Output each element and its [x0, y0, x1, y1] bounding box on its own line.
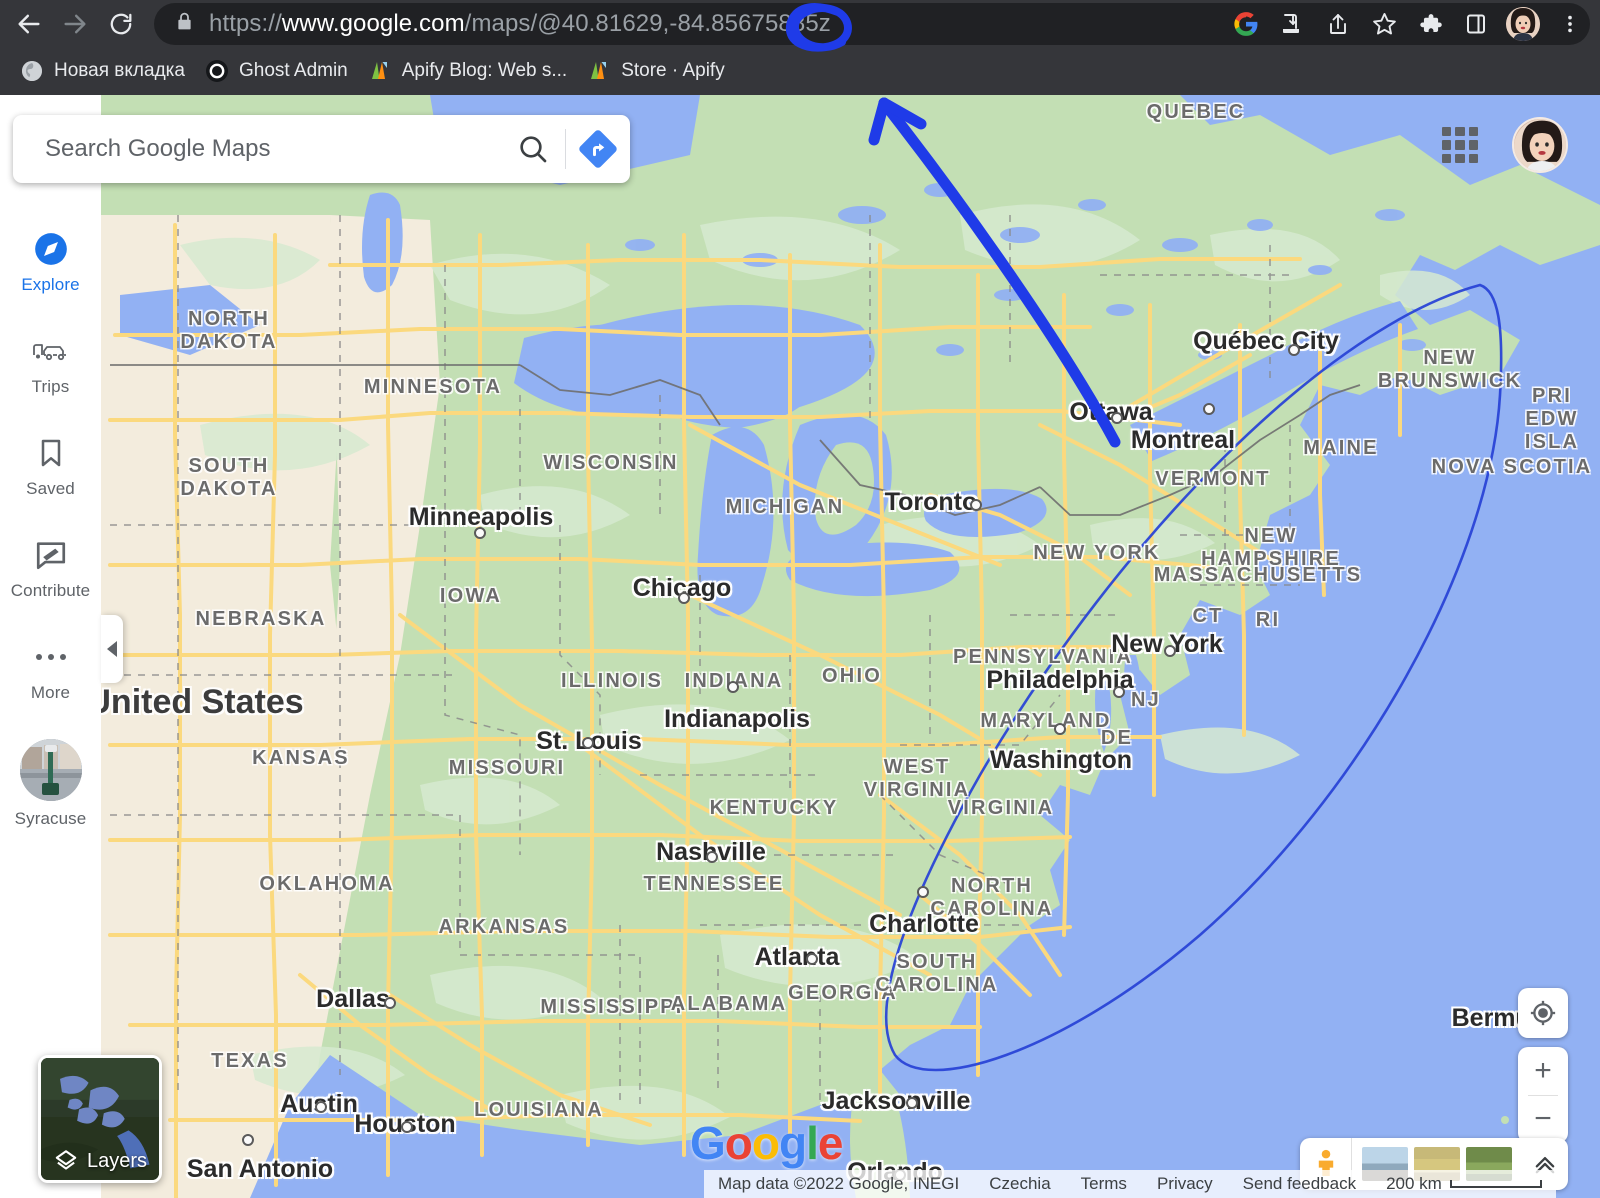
bookmark-label: Ghost Admin — [238, 60, 348, 81]
sidebar-label-saved: Saved — [26, 479, 75, 498]
sidebar-label-trips: Trips — [31, 377, 70, 396]
more-dots-icon — [31, 637, 71, 677]
zoom-controls: + − — [1518, 1047, 1568, 1143]
map-city-marker[interactable] — [970, 499, 982, 511]
toolbar-icon-group — [1224, 0, 1600, 47]
search-input[interactable] — [13, 135, 501, 163]
extensions-puzzle-icon[interactable] — [1408, 2, 1452, 46]
sidebar-item-contribute[interactable]: Contribute — [0, 535, 101, 601]
browser-chrome: https://www.google.com/maps/@40.81629,-8… — [0, 0, 1600, 95]
map-city-marker[interactable] — [727, 681, 739, 693]
url-scheme: https:// — [209, 9, 282, 37]
map-scale: 200 km — [1386, 1174, 1542, 1194]
footer-link-terms[interactable]: Terms — [1081, 1174, 1127, 1194]
google-lens-icon[interactable] — [1224, 2, 1268, 46]
sidebar-label-more: More — [30, 683, 71, 702]
map-city-marker[interactable] — [917, 886, 929, 898]
chevron-left-icon — [107, 641, 117, 657]
sidebar-label-place: Syracuse — [14, 809, 87, 828]
sidebar-item-saved[interactable]: Saved — [0, 433, 101, 499]
map-scale-bar — [1449, 1180, 1542, 1188]
compass-icon — [31, 229, 71, 269]
map-data-attribution: Map data ©2022 Google, INEGI — [718, 1174, 960, 1193]
map-city-marker[interactable] — [706, 851, 718, 863]
sidebar-item-explore[interactable]: Explore — [0, 229, 101, 295]
contribute-icon — [31, 535, 71, 575]
map-city-marker[interactable] — [1203, 403, 1215, 415]
bookmark-label: Store · Apify — [621, 60, 725, 81]
search-icon[interactable] — [501, 115, 565, 183]
bookmark-item[interactable]: Новая вкладка — [10, 53, 195, 89]
trips-car-icon — [31, 331, 71, 371]
footer-link-privacy[interactable]: Privacy — [1157, 1174, 1213, 1194]
bookmark-label: Новая вкладка — [54, 60, 185, 81]
ghost-ring-icon — [205, 60, 228, 82]
sidebar-item-more[interactable]: More — [0, 637, 101, 703]
forward-button[interactable] — [52, 1, 98, 47]
maps-sidebar: Explore Trips Saved Contribute More Syra… — [0, 95, 101, 1198]
browser-toolbar: https://www.google.com/maps/@40.81629,-8… — [0, 0, 1600, 47]
map-city-marker[interactable] — [1111, 412, 1123, 424]
account-avatar[interactable] — [1512, 117, 1568, 173]
map-city-marker[interactable] — [806, 953, 818, 965]
footer-link-country[interactable]: Czechia — [989, 1174, 1050, 1194]
search-box[interactable] — [13, 115, 630, 183]
sidebar-item-trips[interactable]: Trips — [0, 331, 101, 397]
bookmarks-bar: Новая вкладка Ghost Admin Apify Blog: We… — [0, 47, 1600, 95]
side-panel-icon[interactable] — [1454, 2, 1498, 46]
map-city-marker[interactable] — [1054, 723, 1066, 735]
reload-button[interactable] — [98, 1, 144, 47]
map-city-marker[interactable] — [315, 1101, 327, 1113]
map-city-marker[interactable] — [242, 1134, 254, 1146]
chrome-menu-icon[interactable] — [1548, 2, 1592, 46]
layers-label: Layers — [87, 1149, 148, 1172]
apify-icon — [371, 62, 387, 79]
map-city-marker[interactable] — [1288, 344, 1300, 356]
layers-label-row: Layers — [41, 1148, 159, 1174]
sidebar-item-place[interactable]: Syracuse — [0, 739, 101, 829]
back-button[interactable] — [6, 1, 52, 47]
globe-icon — [22, 61, 42, 81]
map-city-marker[interactable] — [401, 1121, 413, 1133]
map-scale-label: 200 km — [1386, 1174, 1442, 1193]
map-city-marker[interactable] — [384, 997, 396, 1009]
install-app-icon[interactable] — [1270, 2, 1314, 46]
map-attribution-bar: Map data ©2022 Google, INEGI Czechia Ter… — [704, 1170, 1556, 1198]
url-path: /maps/@40.81629,-84.8567588 — [464, 9, 806, 37]
footer-link-feedback[interactable]: Send feedback — [1243, 1174, 1356, 1194]
share-icon[interactable] — [1316, 2, 1360, 46]
locate-me-button[interactable] — [1518, 988, 1568, 1038]
bookmark-item[interactable]: Ghost Admin — [195, 53, 358, 89]
url-host: www.google.com — [281, 9, 465, 37]
browser-window: https://www.google.com/maps/@40.81629,-8… — [0, 0, 1600, 1198]
address-bar-url: https://www.google.com/maps/@40.81629,-8… — [209, 10, 831, 38]
collapse-panel-button[interactable] — [101, 615, 123, 683]
place-thumbnail — [19, 739, 82, 801]
map-city-marker[interactable] — [906, 1097, 918, 1109]
zoom-in-button[interactable]: + — [1518, 1047, 1568, 1095]
layers-icon — [55, 1150, 77, 1170]
map-city-marker[interactable] — [582, 737, 594, 749]
map-city-marker[interactable] — [1113, 686, 1125, 698]
bookmark-icon — [31, 433, 71, 473]
bookmark-item[interactable]: Apify Blog: Web s... — [358, 53, 577, 89]
map-city-marker[interactable] — [474, 527, 486, 539]
directions-diamond-icon[interactable] — [566, 115, 630, 183]
google-apps-grid-icon[interactable] — [1438, 123, 1482, 167]
layers-button[interactable]: Layers — [38, 1055, 162, 1183]
bookmark-star-icon[interactable] — [1362, 2, 1406, 46]
sidebar-label-contribute: Contribute — [10, 581, 91, 600]
bookmark-label: Apify Blog: Web s... — [401, 60, 568, 81]
map-city-marker[interactable] — [678, 592, 690, 604]
sidebar-label-explore: Explore — [21, 275, 80, 294]
bookmark-item[interactable]: Store · Apify — [577, 53, 735, 89]
map-city-marker[interactable] — [1164, 645, 1176, 657]
zoom-out-button[interactable]: − — [1518, 1096, 1568, 1144]
apify-icon — [591, 62, 607, 79]
profile-avatar[interactable] — [1506, 6, 1540, 41]
map-tiles — [0, 95, 1600, 1198]
map-viewport[interactable]: United States NORTH DAKOTA SOUTH DAKOTA MINNE… — [0, 95, 1600, 1198]
url-zoom-token: 5z — [805, 9, 831, 37]
lock-icon — [174, 11, 195, 37]
